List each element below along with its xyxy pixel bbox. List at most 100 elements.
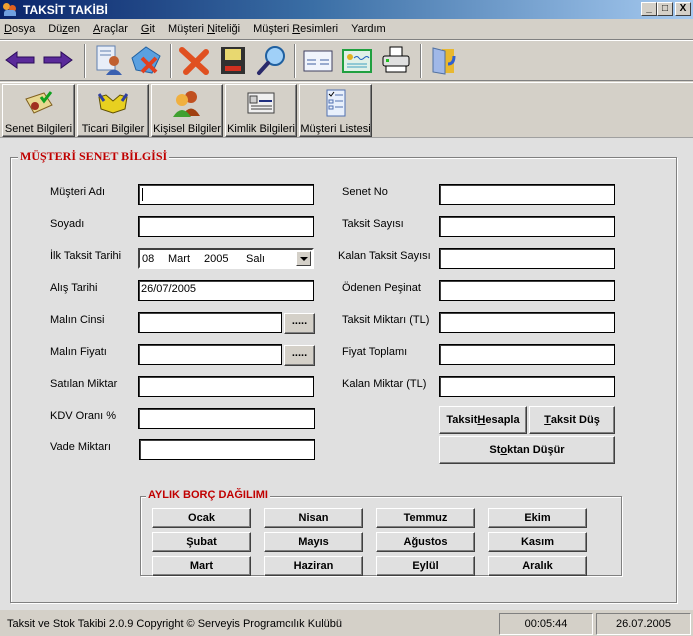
- taksit-dus-button[interactable]: Taksit Düş: [529, 406, 615, 434]
- kalan-taksit-sayisi-label: Kalan Taksit Sayısı: [338, 250, 431, 262]
- kalan-miktar-input[interactable]: [439, 376, 615, 397]
- taksit-sayisi-input[interactable]: [439, 216, 615, 237]
- forward-arrow-icon[interactable]: [42, 44, 74, 76]
- menu-accel: N: [207, 22, 216, 35]
- satilan-miktar-input[interactable]: [138, 376, 314, 397]
- tab-label: Ticari Bilgiler: [81, 123, 145, 135]
- ilk-taksit-tarihi-label: İlk Taksit Tarihi: [50, 250, 122, 262]
- menu-item[interactable]: Düzen: [48, 23, 80, 35]
- malin-fiyati-label: Malın Fiyatı: [50, 346, 107, 358]
- malin-cinsi-browse-button[interactable]: .....: [284, 313, 315, 334]
- date-year: 2005: [204, 252, 229, 265]
- tab-ticari-bilgiler[interactable]: Ticari Bilgiler: [77, 84, 149, 137]
- musteri-adi-input[interactable]: [138, 184, 314, 205]
- menu-item[interactable]: Araçlar: [93, 23, 128, 35]
- status-bar: Taksit ve Stok Takibi 2.0.9 Copyright © …: [0, 610, 693, 636]
- menu-item[interactable]: Müşteri Resimleri: [253, 23, 338, 35]
- toolbar-separator: [84, 44, 86, 78]
- customer-document-icon[interactable]: [93, 44, 125, 76]
- menu-accel: D: [4, 22, 12, 35]
- taksit-sayisi-label: Taksit Sayısı: [342, 218, 404, 230]
- tab-kisisel-bilgiler[interactable]: Kişisel Bilgiler: [151, 84, 223, 137]
- button-accel: T: [544, 414, 551, 426]
- satilan-miktar-label: Satılan Miktar: [50, 378, 118, 390]
- vade-miktari-input[interactable]: [139, 439, 315, 460]
- chevron-down-icon[interactable]: [296, 251, 311, 266]
- month-button[interactable]: Ağustos: [376, 532, 475, 552]
- printer-icon[interactable]: [380, 44, 412, 76]
- note-card-icon[interactable]: [302, 44, 334, 76]
- odenen-pesinat-input[interactable]: [439, 280, 615, 301]
- malin-fiyati-browse-button[interactable]: .....: [284, 345, 315, 366]
- close-button[interactable]: X: [675, 2, 691, 16]
- tab-label: Müşteri Listesi: [300, 123, 371, 135]
- exit-door-icon[interactable]: [428, 44, 460, 76]
- month-button[interactable]: Haziran: [264, 556, 363, 576]
- month-button[interactable]: Ekim: [488, 508, 587, 528]
- menu-item[interactable]: Git: [141, 23, 155, 35]
- back-arrow-icon[interactable]: [4, 44, 36, 76]
- month-button[interactable]: Ocak: [152, 508, 251, 528]
- cancel-edit-icon[interactable]: [130, 44, 162, 76]
- window-title: TAKSİT TAKİBİ: [23, 2, 108, 17]
- status-time: 00:05:44: [499, 613, 593, 635]
- taksit-miktari-input[interactable]: [439, 312, 615, 333]
- month-button[interactable]: Nisan: [264, 508, 363, 528]
- kdv-orani-input[interactable]: [138, 408, 315, 429]
- tab-label: Kimlik Bilgileri: [227, 123, 295, 135]
- title-bar: TAKSİT TAKİBİ _ □ X: [0, 0, 693, 19]
- taksit-hesapla-button[interactable]: Taksit Hesapla: [439, 406, 527, 434]
- alis-tarihi-input[interactable]: 26/07/2005: [138, 280, 314, 301]
- people-icon: [173, 91, 200, 117]
- soyadi-label: Soyadı: [50, 218, 85, 230]
- senet-no-label: Senet No: [342, 186, 388, 198]
- menu-text: en: [67, 22, 81, 35]
- handshake-icon: [97, 93, 129, 114]
- tab-senet-bilgileri[interactable]: Senet Bilgileri: [2, 84, 75, 137]
- month-button[interactable]: Kasım: [488, 532, 587, 552]
- ilk-taksit-tarihi-picker[interactable]: 08 Mart 2005 Salı: [138, 248, 314, 269]
- odenen-pesinat-label: Ödenen Peşinat: [342, 282, 421, 294]
- tab-label: Kişisel Bilgiler: [153, 123, 221, 135]
- button-accel: H: [477, 414, 486, 426]
- date-weekday: Salı: [246, 252, 265, 265]
- stoktan-dusur-button[interactable]: St o ktan Düşür: [439, 436, 615, 464]
- vade-miktari-label: Vade Miktarı: [50, 441, 111, 453]
- month-button[interactable]: Aralık: [488, 556, 587, 576]
- tab-kimlik-bilgileri[interactable]: Kimlik Bilgileri: [225, 84, 297, 137]
- month-button[interactable]: Eylül: [376, 556, 475, 576]
- search-icon[interactable]: [256, 44, 288, 76]
- menu-item[interactable]: Müşteri Niteliği: [168, 23, 240, 35]
- app-icon: [3, 2, 19, 17]
- status-text: Taksit ve Stok Takibi 2.0.9 Copyright © …: [7, 618, 342, 630]
- main-toolbar: [0, 39, 693, 81]
- menu-text: iteliği: [215, 22, 241, 35]
- button-text: esapla: [485, 414, 520, 426]
- month-button[interactable]: Şubat: [152, 532, 251, 552]
- menu-item[interactable]: Yardım: [351, 23, 386, 35]
- check-payment-icon[interactable]: [341, 44, 373, 76]
- kalan-taksit-sayisi-input[interactable]: [439, 248, 615, 269]
- menu-text: osya: [11, 22, 36, 35]
- save-disk-icon[interactable]: [217, 44, 249, 76]
- group-title: MÜŞTERİ SENET BİLGİSİ: [18, 149, 170, 164]
- menu-text: Dü: [48, 22, 63, 35]
- minimize-button[interactable]: _: [641, 2, 657, 16]
- menu-text: esimleri: [300, 22, 339, 35]
- certificate-icon: [24, 91, 53, 114]
- month-button[interactable]: Temmuz: [376, 508, 475, 528]
- month-button[interactable]: Mayıs: [264, 532, 363, 552]
- delete-icon[interactable]: [178, 44, 210, 76]
- button-text: Taksit: [446, 414, 478, 426]
- maximize-button[interactable]: □: [657, 2, 673, 16]
- tab-musteri-listesi[interactable]: Müşteri Listesi: [299, 84, 372, 137]
- month-button[interactable]: Mart: [152, 556, 251, 576]
- soyadi-input[interactable]: [138, 216, 314, 237]
- menu-item[interactable]: Dosya: [4, 23, 35, 35]
- malin-fiyati-input[interactable]: [138, 344, 282, 365]
- senet-no-input[interactable]: [439, 184, 615, 205]
- date-day: 08: [142, 252, 155, 265]
- malin-cinsi-input[interactable]: [138, 312, 282, 333]
- fiyat-toplami-input[interactable]: [439, 344, 615, 365]
- menu-accel: R: [292, 22, 301, 35]
